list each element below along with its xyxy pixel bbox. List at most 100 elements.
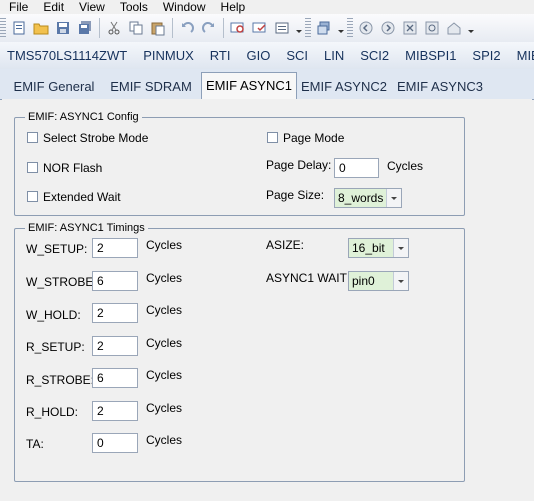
page-size-value: 8_words: [338, 191, 384, 205]
page-size-select[interactable]: 8_words: [334, 188, 402, 208]
nor-flash-label: NOR Flash: [43, 161, 103, 175]
module-mibspi3[interactable]: MIBSPI3: [509, 48, 534, 63]
menu-window[interactable]: Window: [154, 0, 212, 14]
ta-label: TA:: [26, 437, 44, 451]
tab-emif-general[interactable]: EMIF General: [5, 75, 103, 98]
r-strobe-label: R_STROBE:: [26, 373, 95, 387]
page-mode-label: Page Mode: [283, 131, 345, 145]
layers-icon[interactable]: [315, 19, 333, 37]
page-mode-checkbox[interactable]: [267, 132, 278, 143]
tab-emif-sdram[interactable]: EMIF SDRAM: [103, 75, 199, 98]
toolbar-separator: [223, 18, 224, 38]
toolbar-grip[interactable]: [347, 18, 353, 38]
stop-icon[interactable]: [423, 19, 441, 37]
module-spi2[interactable]: SPI2: [464, 48, 508, 63]
module-lin[interactable]: LIN: [316, 48, 352, 63]
toolbar: [0, 14, 534, 43]
asize-value: 16_bit: [352, 241, 385, 255]
properties-icon[interactable]: [273, 19, 291, 37]
timings-group-title: EMIF: ASYNC1 Timings: [25, 221, 148, 235]
chevron-down-icon[interactable]: [393, 239, 408, 257]
save-icon[interactable]: [54, 19, 72, 37]
find-icon[interactable]: [229, 19, 247, 37]
asize-select[interactable]: 16_bit: [348, 238, 409, 258]
dropdown-arrow-icon[interactable]: [467, 19, 475, 37]
nor-flash-checkbox[interactable]: [27, 162, 38, 173]
menu-view[interactable]: View: [70, 0, 111, 14]
w-strobe-label: W_STROBE:: [26, 275, 97, 289]
ta-unit: Cycles: [146, 433, 183, 447]
r-setup-unit: Cycles: [146, 336, 183, 350]
redo-icon[interactable]: [200, 19, 218, 37]
config-group: EMIF: ASYNC1 Config Select Strobe Mode N…: [14, 110, 465, 216]
async1-wait-value: pin0: [352, 274, 375, 288]
toolbar-grip[interactable]: [0, 18, 6, 38]
module-sci2[interactable]: SCI2: [352, 48, 397, 63]
config-group-title: EMIF: ASYNC1 Config: [25, 110, 142, 124]
find-replace-icon[interactable]: [251, 19, 269, 37]
w-setup-input[interactable]: 2: [92, 238, 138, 258]
r-hold-input[interactable]: 2: [92, 401, 138, 421]
select-strobe-label: Select Strobe Mode: [43, 131, 149, 145]
menu-edit[interactable]: Edit: [34, 0, 70, 14]
r-strobe-input[interactable]: 6: [92, 368, 138, 388]
r-hold-label: R_HOLD:: [26, 405, 79, 419]
menu-tools[interactable]: Tools: [111, 0, 154, 14]
menu-file[interactable]: File: [0, 0, 34, 14]
w-strobe-input[interactable]: 6: [92, 271, 138, 291]
home-icon[interactable]: [445, 19, 463, 37]
r-hold-unit: Cycles: [146, 401, 183, 415]
chevron-down-icon[interactable]: [386, 189, 401, 207]
tab-emif-async1[interactable]: EMIF ASYNC1: [201, 72, 297, 100]
menu-help[interactable]: Help: [212, 0, 252, 14]
select-strobe-checkbox[interactable]: [27, 132, 38, 143]
chevron-down-icon[interactable]: [393, 272, 408, 290]
tab-emif-async3[interactable]: EMIF ASYNC3: [393, 75, 487, 98]
asize-label: ASIZE:: [266, 238, 305, 252]
module-device[interactable]: TMS570LS1114ZWT: [0, 48, 135, 63]
dropdown-arrow-icon[interactable]: [295, 19, 303, 37]
module-mibspi1[interactable]: MIBSPI1: [397, 48, 464, 63]
new-file-icon[interactable]: [10, 19, 28, 37]
page-delay-label: Page Delay:: [266, 158, 332, 172]
w-hold-unit: Cycles: [146, 303, 183, 317]
w-hold-label: W_HOLD:: [26, 308, 81, 322]
tab-emif-async2[interactable]: EMIF ASYNC2: [297, 75, 391, 98]
close-icon[interactable]: [401, 19, 419, 37]
module-bar: TMS570LS1114ZWT PINMUX RTI GIO SCI LIN S…: [0, 42, 534, 70]
async1-wait-select[interactable]: pin0: [348, 271, 409, 291]
tab-strip: EMIF General EMIF SDRAM EMIF ASYNC1 EMIF…: [0, 69, 534, 100]
save-all-icon[interactable]: [76, 19, 94, 37]
forward-icon[interactable]: [379, 19, 397, 37]
dropdown-arrow-icon[interactable]: [337, 19, 345, 37]
toolbar-separator: [172, 18, 173, 38]
ta-input[interactable]: 0: [92, 433, 138, 453]
toolbar-grip[interactable]: [305, 18, 311, 38]
w-strobe-unit: Cycles: [146, 271, 183, 285]
open-folder-icon[interactable]: [32, 19, 50, 37]
module-gio[interactable]: GIO: [238, 48, 278, 63]
r-strobe-unit: Cycles: [146, 368, 183, 382]
page-delay-input[interactable]: 0: [334, 158, 379, 178]
async1-panel: EMIF: ASYNC1 Config Select Strobe Mode N…: [2, 99, 532, 499]
page-delay-unit: Cycles: [387, 159, 424, 173]
copy-icon[interactable]: [127, 19, 145, 37]
toolbar-separator: [99, 18, 100, 38]
r-setup-label: R_SETUP:: [26, 340, 85, 354]
r-setup-input[interactable]: 2: [92, 336, 138, 356]
module-rti[interactable]: RTI: [202, 48, 239, 63]
back-icon[interactable]: [357, 19, 375, 37]
menu-bar: File Edit View Tools Window Help: [0, 0, 534, 14]
undo-icon[interactable]: [178, 19, 196, 37]
w-setup-unit: Cycles: [146, 238, 183, 252]
w-hold-input[interactable]: 2: [92, 303, 138, 323]
page-size-label: Page Size:: [266, 188, 325, 202]
extended-wait-checkbox[interactable]: [27, 191, 38, 202]
paste-icon[interactable]: [149, 19, 167, 37]
async1-wait-label: ASYNC1 WAIT: [266, 271, 347, 285]
module-sci[interactable]: SCI: [278, 48, 316, 63]
timings-group: EMIF: ASYNC1 Timings W_SETUP: 2 Cycles W…: [14, 221, 465, 482]
module-pinmux[interactable]: PINMUX: [135, 48, 202, 63]
w-setup-label: W_SETUP:: [26, 242, 88, 256]
cut-icon[interactable]: [105, 19, 123, 37]
